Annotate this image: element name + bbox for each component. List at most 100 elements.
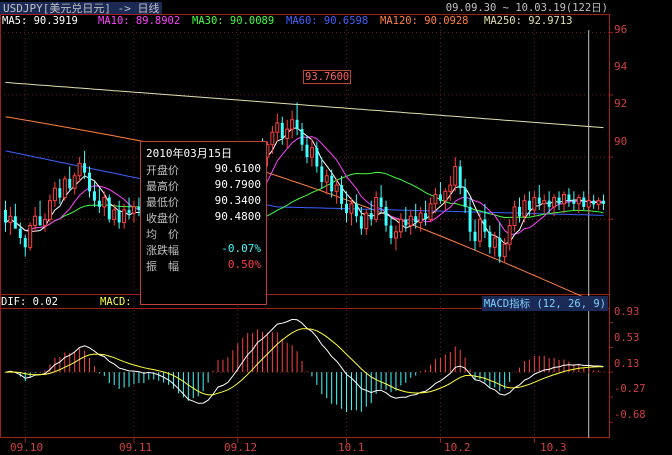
candlestick (518, 197, 521, 223)
candle-body (23, 238, 27, 248)
price-axis-label: 92 (614, 97, 628, 110)
candlestick (473, 219, 477, 251)
candle-body (354, 203, 358, 217)
candle-body (117, 210, 121, 223)
candle-body (592, 200, 596, 205)
candle-body (477, 218, 482, 242)
candle-body (364, 212, 369, 230)
candle-body (507, 225, 512, 245)
candle-body (102, 197, 107, 208)
info-row: 振 幅 0.50% (146, 258, 261, 274)
candle-body (582, 197, 586, 207)
candlestick (345, 191, 348, 223)
candle-body (492, 237, 497, 248)
candlestick (107, 194, 111, 223)
candlestick (507, 219, 512, 251)
candle-body (92, 191, 96, 201)
candle-body (112, 209, 117, 220)
candlestick (522, 194, 527, 223)
candlestick (122, 203, 127, 229)
candlestick (334, 178, 339, 204)
candle-body (270, 131, 275, 146)
candlestick (453, 157, 458, 192)
candlestick (305, 135, 309, 164)
candle-body (374, 197, 379, 220)
candlestick (320, 157, 324, 189)
info-row: 收盘价 90.4800 (146, 210, 261, 226)
candle-body (438, 194, 442, 201)
candle-body (309, 147, 314, 158)
dea-line (5, 328, 604, 396)
info-row: 最高价 90.7900 (146, 178, 261, 194)
candlestick (562, 191, 566, 214)
macd-axis-label: 0.93 (614, 306, 640, 318)
candle-body (547, 200, 551, 207)
info-value: 0.50% (227, 258, 261, 271)
ohlc-info-panel: 2010年03月15日 开盘价 90.6100 最高价 90.7900 最低价 90.… (140, 141, 267, 305)
candlestick (572, 191, 576, 210)
candle-body (424, 213, 428, 220)
candlestick (28, 222, 33, 251)
candlestick (83, 150, 87, 179)
candle-body (567, 194, 571, 201)
candlestick (512, 200, 517, 232)
info-key: 开盘价 (146, 164, 179, 177)
candle-body (557, 197, 561, 204)
macd-label: MACD: - (100, 296, 145, 308)
candlestick (463, 178, 467, 214)
candlestick (384, 200, 388, 232)
candlestick (488, 225, 492, 254)
candlestick (340, 175, 344, 210)
ma250-line (5, 81, 604, 129)
candlestick (414, 203, 418, 229)
candlestick (3, 200, 7, 232)
info-value: 90.4800 (214, 210, 261, 223)
candle-body (488, 231, 492, 248)
candle-body (473, 231, 477, 242)
candle-body (8, 215, 13, 223)
macd-indicator-title[interactable]: MACD指标 (12, 26, 9) (481, 296, 608, 311)
candle-body (330, 175, 334, 192)
candle-body (28, 225, 33, 248)
info-key: 涨跌幅 (146, 244, 179, 257)
candle-body (295, 119, 299, 130)
candlestick (38, 200, 42, 226)
candlestick (127, 197, 131, 220)
dif-label: DIF: 0.02 (1, 296, 58, 308)
candlestick (43, 213, 47, 232)
candlestick (112, 203, 117, 226)
candle-body (107, 197, 111, 220)
candle-body (359, 216, 363, 229)
candle-body (408, 215, 413, 227)
peak-price-label: 93.7600 (303, 70, 352, 84)
candlestick (602, 194, 606, 210)
candle-body (527, 200, 531, 210)
candlestick (537, 185, 541, 210)
candlestick (428, 197, 433, 223)
candle-body (384, 206, 388, 226)
candle-body (18, 228, 22, 238)
candlestick (47, 194, 52, 223)
price-axis-label: 90 (614, 135, 628, 148)
candle-body (428, 203, 433, 220)
info-key: 均 价 (146, 228, 179, 241)
candlestick (117, 200, 121, 229)
candlestick (270, 126, 275, 154)
price-chart[interactable] (0, 0, 672, 455)
candle-body (586, 200, 591, 208)
info-value: 90.7900 (214, 178, 261, 191)
candle-body (68, 178, 72, 189)
x-axis-label: 09.10 (10, 441, 44, 454)
candle-body (562, 193, 566, 205)
candlestick (438, 182, 442, 204)
candlestick (290, 110, 295, 139)
candle-body (532, 197, 537, 211)
info-row: 涨跌幅 -0.07% (146, 242, 261, 258)
info-key: 最低价 (146, 196, 179, 209)
candlestick (374, 191, 379, 223)
candlestick (275, 113, 280, 142)
candle-body (443, 190, 448, 202)
candle-body (345, 203, 348, 214)
candle-body (498, 238, 502, 257)
candle-body (38, 216, 42, 226)
